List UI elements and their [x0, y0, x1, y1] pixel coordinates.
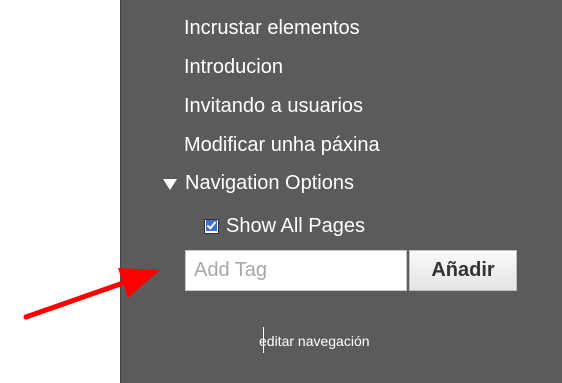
red-arrow-annotation-icon — [23, 268, 160, 320]
